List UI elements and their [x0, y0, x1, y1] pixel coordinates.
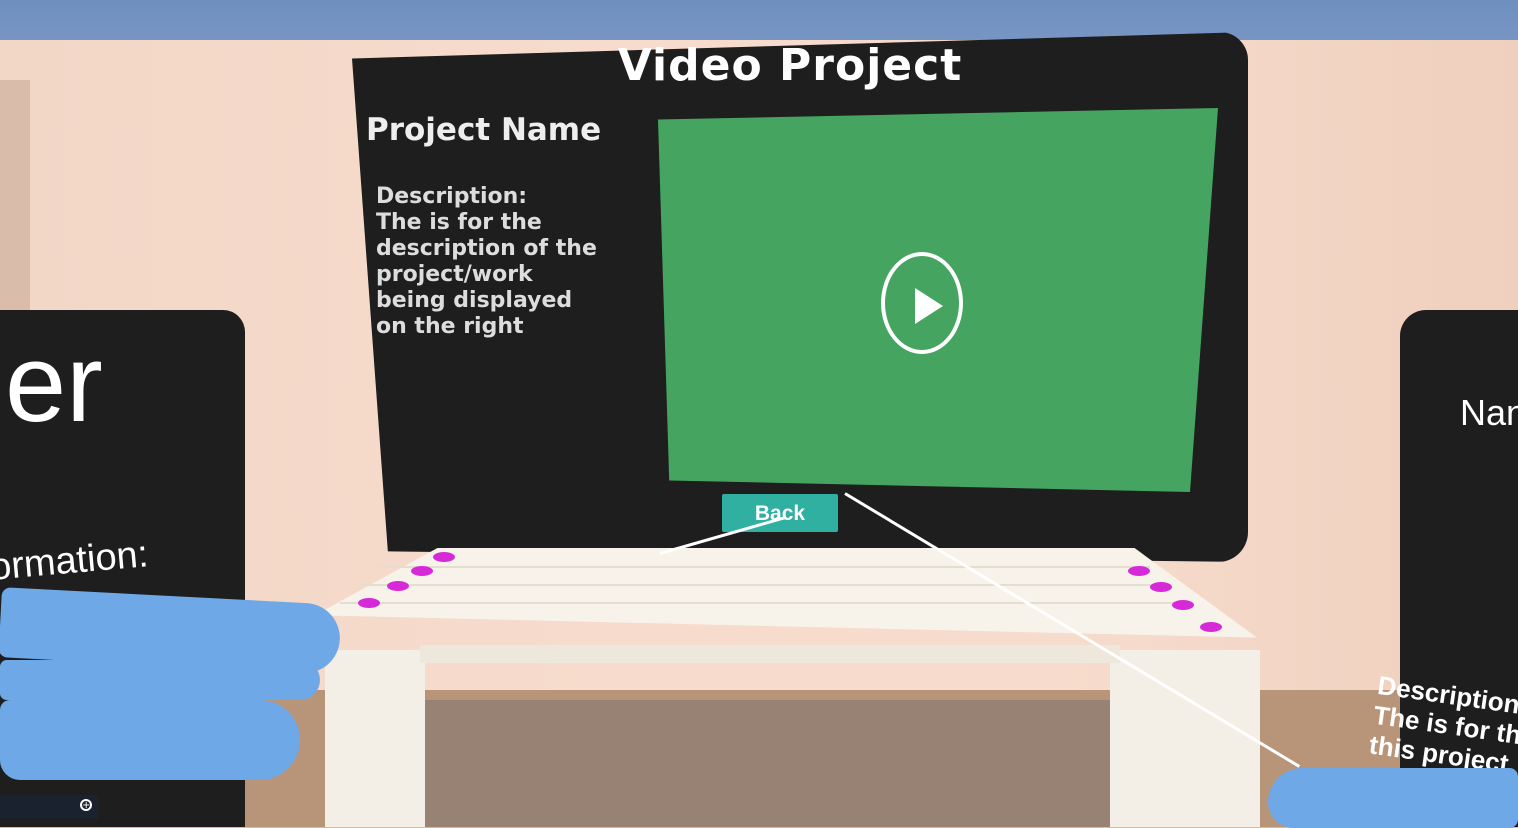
- left-hand-finger: [0, 660, 320, 700]
- table-peg: [411, 566, 433, 576]
- description-line: Description:: [376, 184, 528, 209]
- table-peg: [1200, 622, 1222, 632]
- table-slat: [380, 566, 1150, 568]
- play-circle-icon[interactable]: [881, 252, 963, 354]
- table-peg: [358, 598, 380, 608]
- table-slat: [360, 584, 1170, 586]
- table-peg: [433, 552, 455, 562]
- table-leg-right: [1110, 650, 1260, 827]
- table-peg: [387, 581, 409, 591]
- table-peg: [1150, 582, 1172, 592]
- hud-bar[interactable]: +: [0, 795, 98, 819]
- play-triangle: [915, 288, 943, 324]
- settings-icon[interactable]: +: [80, 799, 92, 811]
- description-line: being displayed: [376, 288, 573, 313]
- table-peg: [1128, 566, 1150, 576]
- description-line: The is for the: [376, 210, 542, 235]
- description-line: project/work: [376, 262, 533, 287]
- project-name-label: Project Name: [366, 112, 602, 148]
- project-description: Description: The is for the description …: [376, 184, 666, 340]
- table-leg-left: [325, 650, 425, 827]
- table-apron: [420, 645, 1120, 663]
- description-line: description of the: [376, 236, 597, 261]
- left-hand-palm: [0, 700, 300, 780]
- table-slat: [340, 602, 1190, 604]
- description-line: on the right: [376, 314, 524, 339]
- panel-title: Video Project: [617, 40, 963, 91]
- left-panel-title: er: [5, 322, 103, 445]
- back-button[interactable]: Back: [722, 494, 838, 532]
- right-hand: [1268, 768, 1518, 828]
- table-peg: [1172, 600, 1194, 610]
- right-panel-name: Nan: [1460, 392, 1518, 433]
